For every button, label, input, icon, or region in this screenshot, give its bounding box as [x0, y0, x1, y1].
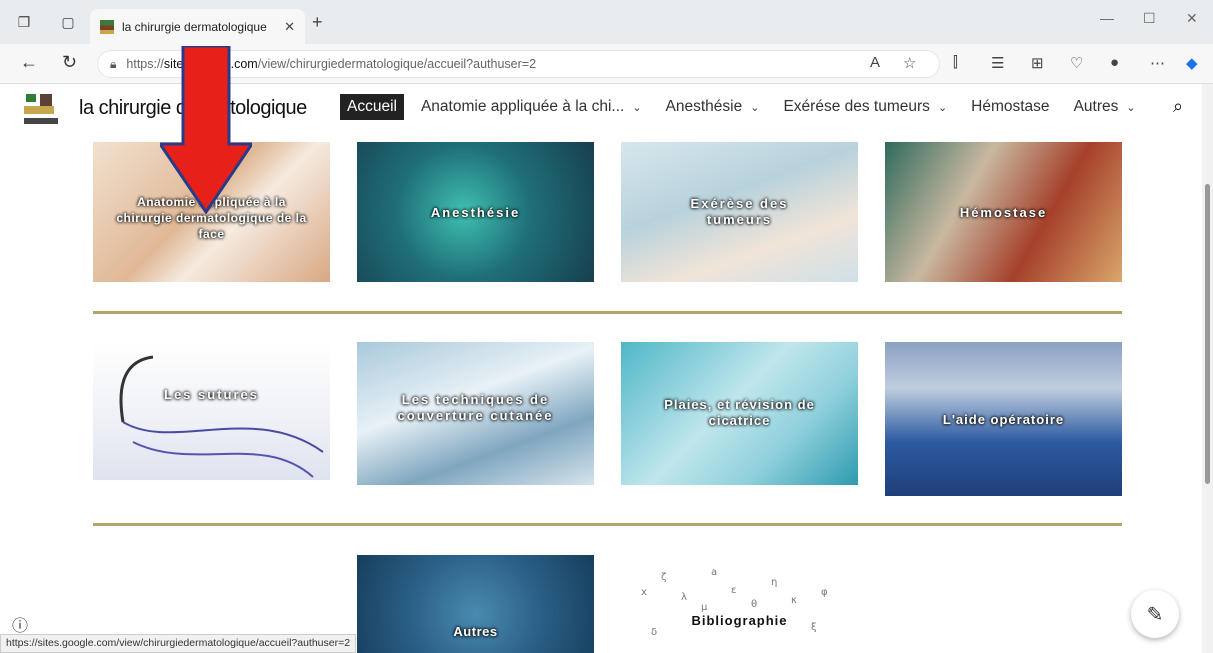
chevron-down-icon[interactable]: ⌄: [938, 102, 947, 114]
nav-label: Autres: [1073, 98, 1119, 115]
svg-text:η: η: [771, 577, 777, 588]
minimize-icon[interactable]: —: [1100, 10, 1114, 26]
tile-label: Exérèse des tumeurs: [690, 196, 789, 227]
page-scrollbar[interactable]: [1202, 84, 1213, 653]
suture-needle-illustration: [119, 355, 324, 478]
section-divider: [93, 523, 1122, 526]
search-icon[interactable]: ⌕: [1173, 96, 1183, 117]
nav-item-exerese[interactable]: Exérése des tumeurs ⌄: [776, 94, 954, 120]
profile-avatar-icon[interactable]: ●: [1110, 54, 1119, 71]
favorites-list-icon[interactable]: ☰: [991, 54, 1004, 72]
tile-exerese[interactable]: Exérèse des tumeurs: [621, 142, 858, 282]
tab-actions-icon[interactable]: ▢: [58, 12, 78, 32]
copilot-icon[interactable]: ◆: [1186, 54, 1198, 72]
chevron-down-icon[interactable]: ⌄: [1126, 102, 1135, 114]
new-tab-icon[interactable]: +: [312, 12, 323, 33]
tile-label: Autres: [453, 624, 498, 639]
tile-autres[interactable]: Autres: [357, 555, 594, 653]
tile-label: Anesthésie: [430, 205, 521, 220]
scattered-letters-illustration: xζλ aεη κφμ θδ ξ: [641, 567, 828, 638]
section-divider: [93, 311, 1122, 314]
site-logo[interactable]: [24, 94, 64, 128]
tile-label: Bibliographie: [691, 613, 788, 628]
chevron-down-icon[interactable]: ⌄: [632, 102, 641, 114]
edit-pencil-icon[interactable]: ✎: [1131, 590, 1179, 638]
url-path: /view/chirurgiedermatologique/accueil?au…: [257, 57, 537, 71]
refresh-icon[interactable]: ↻: [62, 52, 77, 73]
svg-text:μ: μ: [701, 602, 708, 613]
tile-sutures[interactable]: Les sutures: [93, 342, 330, 480]
nav-item-anatomie[interactable]: Anatomie appliquée à la chi... ⌄: [414, 94, 649, 120]
chevron-down-icon[interactable]: ⌄: [750, 102, 759, 114]
svg-text:θ: θ: [751, 599, 757, 610]
nav-item-autres[interactable]: Autres ⌄: [1067, 94, 1143, 120]
nav-item-anesthesie[interactable]: Anesthésie ⌄: [659, 94, 767, 120]
browser-tab[interactable]: la chirurgie dermatologique ✕: [90, 9, 305, 44]
close-window-icon[interactable]: ✕: [1186, 10, 1198, 27]
tile-bibliographie[interactable]: xζλ aεη κφμ θδξ Bibliographie: [621, 555, 858, 653]
svg-text:a: a: [711, 567, 717, 578]
site-navigation: Accueil Anatomie appliquée à la chi... ⌄ …: [340, 94, 1153, 120]
info-icon[interactable]: ⓘ: [12, 612, 28, 636]
nav-item-accueil[interactable]: Accueil: [340, 94, 404, 120]
nav-label: Anesthésie: [665, 98, 743, 115]
svg-text:κ: κ: [791, 595, 797, 606]
nav-label: Anatomie appliquée à la chi...: [420, 98, 625, 115]
red-arrow-annotation: [160, 46, 252, 214]
tile-hemostase[interactable]: Hémostase: [885, 142, 1122, 282]
tile-plaies[interactable]: Plaies, et révision de cicatrice: [621, 342, 858, 485]
svg-text:δ: δ: [651, 627, 657, 638]
tile-techniques[interactable]: Les techniques de couverture cutanée: [357, 342, 594, 485]
nav-item-hemostase[interactable]: Hémostase: [964, 94, 1056, 120]
tile-label: Plaies, et révision de cicatrice: [664, 397, 815, 428]
svg-text:φ: φ: [821, 587, 828, 598]
nav-label: Exérése des tumeurs: [783, 98, 930, 115]
close-tab-icon[interactable]: ✕: [284, 19, 295, 35]
tile-label: Hémostase: [959, 205, 1048, 220]
tile-aide[interactable]: L'aide opératoire: [885, 342, 1122, 496]
status-bar-url: https://sites.google.com/view/chirurgied…: [0, 634, 357, 653]
workspaces-icon[interactable]: ❐: [14, 12, 34, 32]
split-screen-icon[interactable]: ⫿: [953, 54, 958, 71]
maximize-icon[interactable]: ☐: [1143, 10, 1156, 27]
site-favicon-icon: [100, 19, 114, 34]
extensions-icon[interactable]: ♡: [1070, 54, 1083, 72]
lock-icon: 🔒︎: [110, 56, 117, 71]
tile-anesthesie[interactable]: Anesthésie: [357, 142, 594, 282]
tab-title: la chirurgie dermatologique: [122, 19, 267, 34]
svg-text:x: x: [641, 587, 647, 598]
collections-icon[interactable]: ⊞: [1031, 54, 1044, 72]
tile-label: Les sutures: [164, 387, 259, 402]
read-aloud-icon[interactable]: A: [870, 54, 880, 71]
svg-text:ζ: ζ: [661, 572, 666, 583]
favorite-star-icon[interactable]: ☆: [903, 54, 916, 72]
back-icon[interactable]: ←: [20, 52, 38, 73]
svg-text:ε: ε: [731, 585, 736, 596]
scrollbar-thumb[interactable]: [1205, 184, 1210, 484]
tile-label: L'aide opératoire: [942, 412, 1065, 427]
url-prefix: https://: [126, 57, 164, 71]
browser-tab-bar: ❐ ▢ la chirurgie dermatologique ✕ + — ☐ …: [0, 0, 1213, 44]
more-menu-icon[interactable]: ⋯: [1150, 54, 1165, 72]
tile-label: Les techniques de couverture cutanée: [397, 392, 554, 423]
svg-text:λ: λ: [681, 592, 687, 603]
